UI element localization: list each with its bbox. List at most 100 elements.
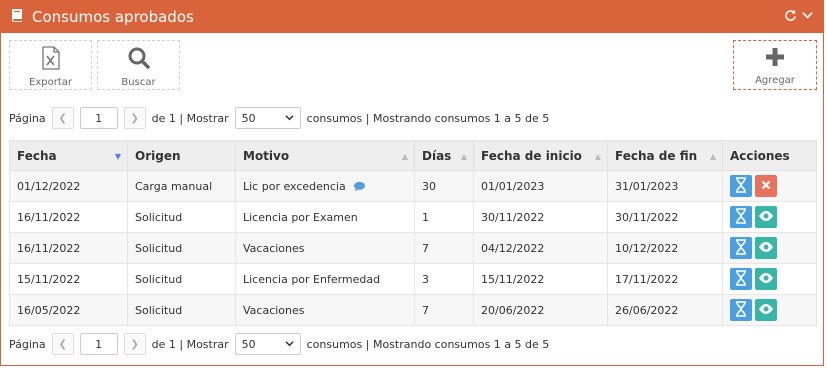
prev-page-button[interactable]: ❮ — [51, 333, 74, 355]
cell-origen: Solicitud — [127, 201, 236, 233]
pagination-summary: consumos | Mostrando consumos 1 a 5 de 5 — [306, 337, 550, 351]
page-size-value: 50 — [241, 337, 256, 351]
table-row: 16/11/2022 Solicitud Vacaciones 7 04/12/… — [9, 232, 817, 264]
chevron-down-icon — [285, 112, 294, 125]
export-button[interactable]: Exportar — [9, 40, 92, 90]
column-header-origen[interactable]: Origen — [127, 140, 236, 171]
cell-origen: Solicitud — [127, 263, 236, 295]
view-button[interactable] — [755, 237, 777, 259]
page-number-input[interactable] — [79, 333, 118, 355]
add-button[interactable]: Agregar — [733, 40, 817, 90]
page-size-value: 50 — [241, 111, 256, 125]
toolbar: Exportar Buscar Agregar — [1, 33, 823, 91]
next-page-button[interactable]: ❯ — [123, 107, 146, 129]
cell-fecha-inicio: 20/06/2022 — [473, 294, 608, 326]
eye-icon — [758, 303, 774, 318]
table-row: 15/11/2022 Solicitud Licencia por Enferm… — [9, 263, 817, 295]
hourglass-button[interactable] — [730, 175, 752, 197]
search-label: Buscar — [121, 77, 156, 88]
cell-origen: Carga manual — [127, 170, 236, 202]
pagination-summary: consumos | Mostrando consumos 1 a 5 de 5 — [306, 111, 550, 125]
hourglass-icon — [734, 238, 748, 258]
prev-page-button[interactable]: ❮ — [51, 107, 74, 129]
column-header-fecha-inicio[interactable]: Fecha de inicio ▲ — [473, 140, 608, 171]
search-icon — [127, 46, 151, 73]
excel-file-icon — [41, 46, 61, 73]
cell-dias: 30 — [414, 170, 474, 202]
page-size-select[interactable]: 50 — [234, 333, 301, 355]
search-button[interactable]: Buscar — [97, 40, 180, 90]
refresh-icon[interactable] — [784, 9, 797, 25]
cell-fecha-fin: 26/06/2022 — [607, 294, 723, 326]
table-header-row: Fecha ▼ Origen Motivo ▲︎ Días ▲ Fecha de in… — [9, 140, 817, 171]
sort-desc-icon: ▼ — [114, 152, 121, 161]
column-header-dias[interactable]: Días ▲ — [414, 140, 474, 171]
page-label: Página — [9, 337, 46, 351]
cell-origen: Solicitud — [127, 294, 236, 326]
cell-fecha: 01/12/2022 — [9, 170, 128, 202]
cell-fecha-fin: 10/12/2022 — [607, 232, 723, 264]
view-button[interactable] — [755, 268, 777, 290]
of-pages-label: de 1 | Mostrar — [151, 111, 229, 125]
panel-header: Consumos aprobados — [1, 0, 823, 33]
export-label: Exportar — [29, 77, 72, 88]
page-size-select[interactable]: 50 — [234, 107, 301, 129]
table-row: 16/11/2022 Solicitud Licencia por Examen… — [9, 201, 817, 233]
cell-fecha-inicio: 15/11/2022 — [473, 263, 608, 295]
hourglass-button[interactable] — [730, 268, 752, 290]
cell-fecha: 16/11/2022 — [9, 201, 128, 233]
cell-motivo: Vacaciones — [235, 294, 415, 326]
view-button[interactable] — [755, 206, 777, 228]
hourglass-icon — [734, 176, 748, 196]
add-label: Agregar — [755, 75, 795, 86]
cell-fecha-fin: 30/11/2022 — [607, 201, 723, 233]
cell-fecha-fin: 17/11/2022 — [607, 263, 723, 295]
table-row: 16/05/2022 Solicitud Vacaciones 7 20/06/… — [9, 294, 817, 326]
cell-acciones — [722, 232, 817, 264]
chevron-down-icon — [285, 338, 294, 351]
cell-fecha-inicio: 01/01/2023 — [473, 170, 608, 202]
column-header-fecha-fin[interactable]: Fecha de fin ▲ — [607, 140, 723, 171]
eye-icon — [758, 241, 774, 256]
cell-fecha-fin: 31/01/2023 — [607, 170, 723, 202]
sort-icon: ▲︎ — [401, 152, 408, 161]
hourglass-icon — [734, 207, 748, 227]
cell-dias: 1 — [414, 201, 474, 233]
cell-motivo: Vacaciones — [235, 232, 415, 264]
pagination-bottom: Página ❮ ❯ de 1 | Mostrar 50 consumos | … — [9, 332, 549, 356]
cell-fecha-inicio: 30/11/2022 — [473, 201, 608, 233]
consumos-panel: Consumos aprobados Exportar Buscar Agreg… — [0, 0, 824, 366]
close-icon — [761, 180, 771, 193]
cell-acciones — [722, 170, 817, 202]
eye-icon — [758, 210, 774, 225]
cell-motivo: Licencia por Enfermedad — [235, 263, 415, 295]
page-number-input[interactable] — [79, 107, 118, 129]
hourglass-button[interactable] — [730, 206, 752, 228]
comment-icon[interactable] — [349, 180, 366, 193]
column-header-fecha[interactable]: Fecha ▼ — [9, 140, 128, 171]
cell-fecha-inicio: 04/12/2022 — [473, 232, 608, 264]
page-label: Página — [9, 111, 46, 125]
hourglass-icon — [734, 300, 748, 320]
delete-button[interactable] — [755, 175, 777, 197]
cell-fecha: 15/11/2022 — [9, 263, 128, 295]
pagination-top: Página ❮ ❯ de 1 | Mostrar 50 consumos | … — [9, 106, 549, 130]
column-header-motivo[interactable]: Motivo ▲︎ — [235, 140, 415, 171]
cell-acciones — [722, 294, 817, 326]
view-button[interactable] — [755, 299, 777, 321]
hourglass-button[interactable] — [730, 237, 752, 259]
cell-origen: Solicitud — [127, 232, 236, 264]
eye-icon — [758, 272, 774, 287]
cell-motivo: Licencia por Examen — [235, 201, 415, 233]
column-header-acciones: Acciones — [722, 140, 817, 171]
panel-title: Consumos aprobados — [32, 7, 194, 26]
chevron-down-icon[interactable] — [801, 9, 814, 25]
next-page-button[interactable]: ❯ — [123, 333, 146, 355]
cell-dias: 3 — [414, 263, 474, 295]
hourglass-button[interactable] — [730, 299, 752, 321]
sort-icon: ▲ — [460, 152, 467, 161]
of-pages-label: de 1 | Mostrar — [151, 337, 229, 351]
cell-acciones — [722, 201, 817, 233]
cell-fecha: 16/11/2022 — [9, 232, 128, 264]
plus-icon — [764, 46, 786, 71]
